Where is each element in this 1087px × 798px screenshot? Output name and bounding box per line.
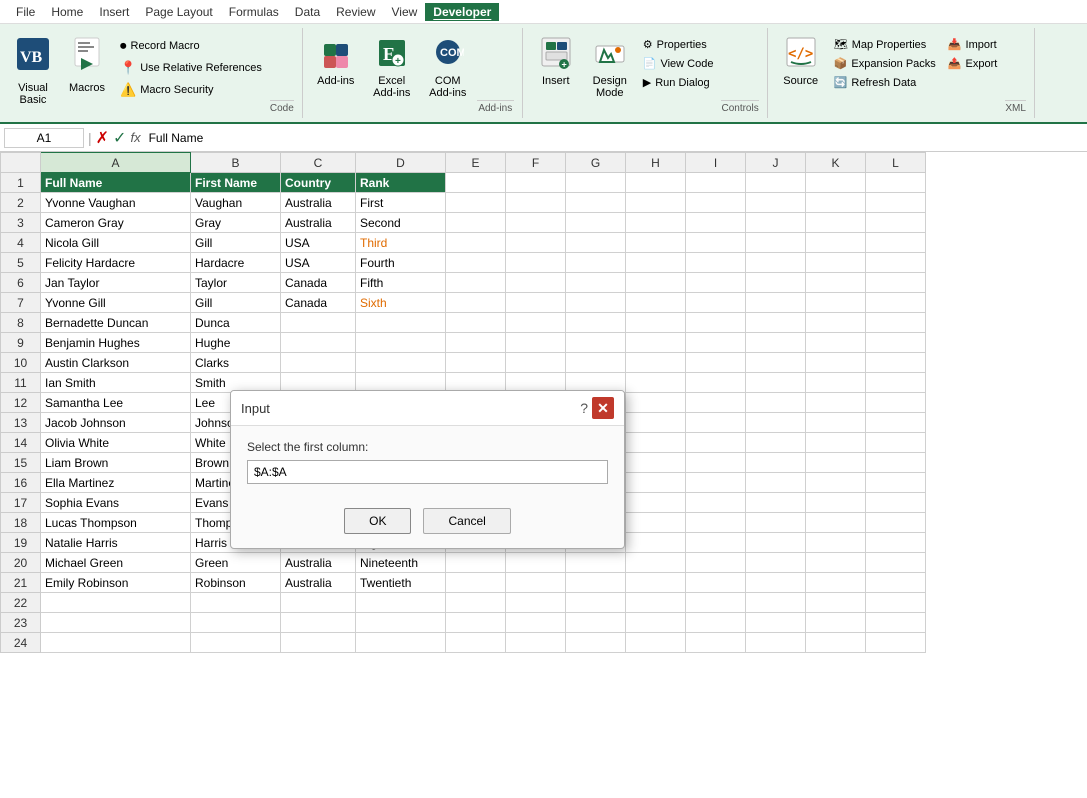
- dialog-body: Select the first column:: [231, 426, 624, 498]
- dialog-help-icon[interactable]: ?: [580, 400, 588, 416]
- dialog-footer: OK Cancel: [231, 498, 624, 548]
- dialog-close-button[interactable]: ✕: [592, 397, 614, 419]
- dialog-controls: ? ✕: [580, 397, 614, 419]
- dialog-ok-button[interactable]: OK: [344, 508, 411, 534]
- dialog-titlebar: Input ? ✕: [231, 391, 624, 426]
- dialog-title: Input: [241, 401, 270, 416]
- input-dialog: Input ? ✕ Select the first column: OK Ca…: [230, 390, 625, 549]
- dialog-overlay: Input ? ✕ Select the first column: OK Ca…: [0, 0, 1087, 798]
- dialog-input[interactable]: [247, 460, 608, 484]
- dialog-label: Select the first column:: [247, 440, 608, 454]
- dialog-cancel-button[interactable]: Cancel: [423, 508, 510, 534]
